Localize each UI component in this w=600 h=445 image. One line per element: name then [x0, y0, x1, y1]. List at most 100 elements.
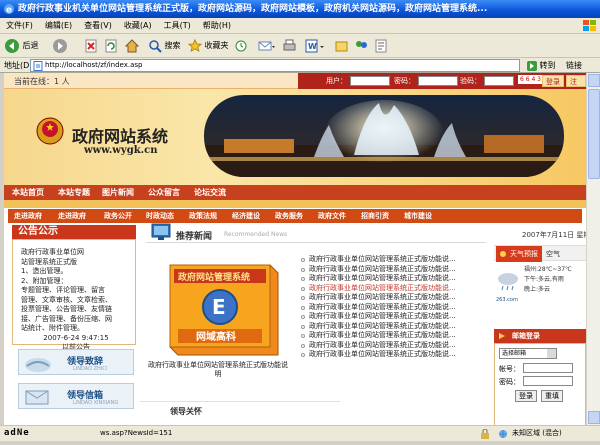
printer-icon: [283, 39, 296, 50]
news-item[interactable]: 政府行政事业单位网站管理系统正式版功能说...: [300, 341, 490, 351]
register-button[interactable]: 注册: [566, 75, 586, 98]
notice-line: 接、广告管理、备份压缩、网: [21, 314, 112, 323]
bullet-icon: [301, 267, 305, 272]
bullet-icon: [301, 277, 305, 281]
handshake-icon: [25, 358, 51, 372]
research-button[interactable]: [374, 37, 388, 55]
nav-enter-gov-2[interactable]: 走进政府: [58, 211, 86, 221]
news-item[interactable]: 政府行政事业单位网站管理系统正式版功能说...: [300, 322, 490, 332]
news-item[interactable]: 政府行政事业单位网站管理系统正式版功能说...: [300, 303, 490, 313]
news-item[interactable]: 政府行政事业单位网站管理系统正式版功能说...: [300, 350, 490, 360]
login-bar: 用户： 密码： 验码： 6 6 4 3 登录 注册: [298, 73, 586, 98]
address-label: 地址(D): [4, 61, 33, 70]
go-label: 转到: [539, 61, 556, 70]
weather-city: 福州:28℃~37℃: [524, 266, 572, 273]
captcha-input[interactable]: [484, 76, 514, 86]
news-item[interactable]: 政府行政事业单位网站管理系统正式版功能说...: [300, 284, 490, 294]
leader-mailbox-button[interactable]: 领导信箱 LINDAO XINXIANG: [18, 383, 134, 409]
favorites-button[interactable]: 收藏夹: [187, 37, 229, 55]
mail-login-header: 邮箱登录: [494, 329, 586, 343]
menu-tools[interactable]: 工具(T): [158, 18, 197, 33]
news-item[interactable]: 政府行政事业单位网站管理系统正式版功能说...: [300, 312, 490, 322]
search-button[interactable]: 搜索: [148, 37, 181, 55]
links-button[interactable]: 链接: [566, 59, 582, 72]
bullet-icon: [301, 305, 305, 310]
login-button[interactable]: 登录: [542, 75, 564, 87]
mail-reset-button[interactable]: 重填: [541, 390, 563, 402]
mail-password-input[interactable]: [523, 376, 573, 386]
back-label: 后退: [22, 41, 39, 50]
weather-afternoon: 下午:多云,有雨: [524, 276, 564, 283]
nav-economy[interactable]: 经济建设: [232, 211, 260, 221]
weather-tab[interactable]: 天气预报: [496, 246, 542, 262]
site-url: www.wygk.cn: [84, 145, 158, 156]
bullet-icon: [301, 334, 305, 338]
news-item[interactable]: 政府行政事业单位网站管理系统正式版功能说...: [300, 293, 490, 303]
favorites-label: 收藏夹: [204, 41, 229, 50]
leader-speech-button[interactable]: 领导致辞 LINDAO ZHICI: [18, 349, 134, 375]
history-button[interactable]: [234, 37, 248, 55]
nav-current-politics[interactable]: 时政动态: [146, 211, 174, 221]
address-input[interactable]: http://localhost/zf/index.asp: [30, 59, 520, 72]
windows-logo-icon: [583, 20, 596, 31]
go-button[interactable]: 转到: [527, 59, 556, 72]
username-input[interactable]: [350, 76, 390, 86]
monitor-icon: [151, 223, 171, 240]
nav-investment[interactable]: 招商引资: [361, 211, 389, 221]
menu-file[interactable]: 文件(F): [0, 18, 39, 33]
discuss-button[interactable]: [334, 37, 348, 55]
news-item[interactable]: 政府行政事业单位网站管理系统正式版功能说...: [300, 274, 490, 284]
password-input[interactable]: [418, 76, 458, 86]
nav-public-message[interactable]: 公众留言: [148, 187, 180, 198]
nav-home[interactable]: 本站首页: [12, 187, 44, 198]
news-item[interactable]: 政府行政事业单位网站管理系统正式版功能说...: [300, 265, 490, 275]
mail-button[interactable]: [258, 37, 276, 55]
scroll-down-arrow-icon[interactable]: [588, 411, 600, 424]
menu-help[interactable]: 帮助(H): [197, 18, 237, 33]
nav-policy[interactable]: 政策法规: [189, 211, 217, 221]
scroll-up-arrow-icon[interactable]: [588, 74, 600, 87]
vertical-scrollbar[interactable]: [586, 73, 600, 425]
nav-documents[interactable]: 政府文件: [318, 211, 346, 221]
nav-enter-gov[interactable]: 走进政府: [14, 211, 42, 221]
nav-photo-news[interactable]: 图片新闻: [102, 187, 134, 198]
product-box-image[interactable]: 政府网站管理系统 E 网域高科: [152, 259, 284, 369]
stop-button[interactable]: [84, 37, 98, 55]
mail-account-input[interactable]: [523, 363, 573, 373]
status-bar: adNe ws.asp?NewsId=151 未知区域 (混合): [0, 425, 600, 441]
bullet-icon: [301, 324, 305, 329]
back-button[interactable]: 后退: [4, 37, 39, 55]
print-button[interactable]: [282, 37, 296, 55]
window-title: 政府行政事业机关单位网站管理系统正式版，政府网站源码，政府网站模板，政府机关网站…: [18, 4, 488, 14]
air-tab[interactable]: 空气: [546, 246, 560, 262]
nav-services[interactable]: 政务服务: [275, 211, 303, 221]
nav-gov-affairs[interactable]: 政务公开: [104, 211, 132, 221]
nav-topics[interactable]: 本站专题: [58, 187, 90, 198]
password-label: 密码：: [394, 77, 415, 85]
arrow-icon: [499, 333, 505, 339]
news-item[interactable]: 政府行政事业单位网站管理系统正式版功能说...: [300, 331, 490, 341]
site-banner: 政府网站系统 www.wygk.cn: [4, 89, 586, 185]
nav-forum[interactable]: 论坛交流: [194, 187, 226, 198]
product-caption[interactable]: 政府行政事业单位网站管理系统正式版功能说明: [148, 361, 288, 379]
news-item[interactable]: 政府行政事业单位网站管理系统正式版功能说...: [300, 255, 490, 265]
edit-button[interactable]: W: [304, 37, 326, 55]
lock-icon: [480, 428, 490, 439]
address-url: http://localhost/zf/index.asp: [45, 61, 143, 69]
forward-button[interactable]: [52, 37, 68, 55]
menu-view[interactable]: 查看(V): [78, 18, 118, 33]
product-sub: 网域高科: [196, 330, 236, 343]
mail-login-button[interactable]: 登录: [515, 390, 537, 402]
current-date: 2007年7月11日 星期: [522, 231, 586, 239]
zone-globe-icon: [498, 429, 508, 439]
refresh-button[interactable]: [104, 37, 118, 55]
messenger-button[interactable]: [354, 37, 368, 55]
loading-indicator: adNe: [4, 428, 30, 438]
menu-edit[interactable]: 编辑(E): [39, 18, 78, 33]
nav-city[interactable]: 城市建设: [404, 211, 432, 221]
menu-favorites[interactable]: 收藏(A): [118, 18, 158, 33]
mailbox-select[interactable]: 选择邮箱: [499, 348, 557, 359]
notice-body: 政府行政事业单位网 站管理系统正式版 1、造出管理。 2、附加管理： 专题管理、…: [12, 239, 136, 351]
scroll-thumb[interactable]: [588, 89, 600, 179]
home-button[interactable]: [124, 37, 140, 55]
